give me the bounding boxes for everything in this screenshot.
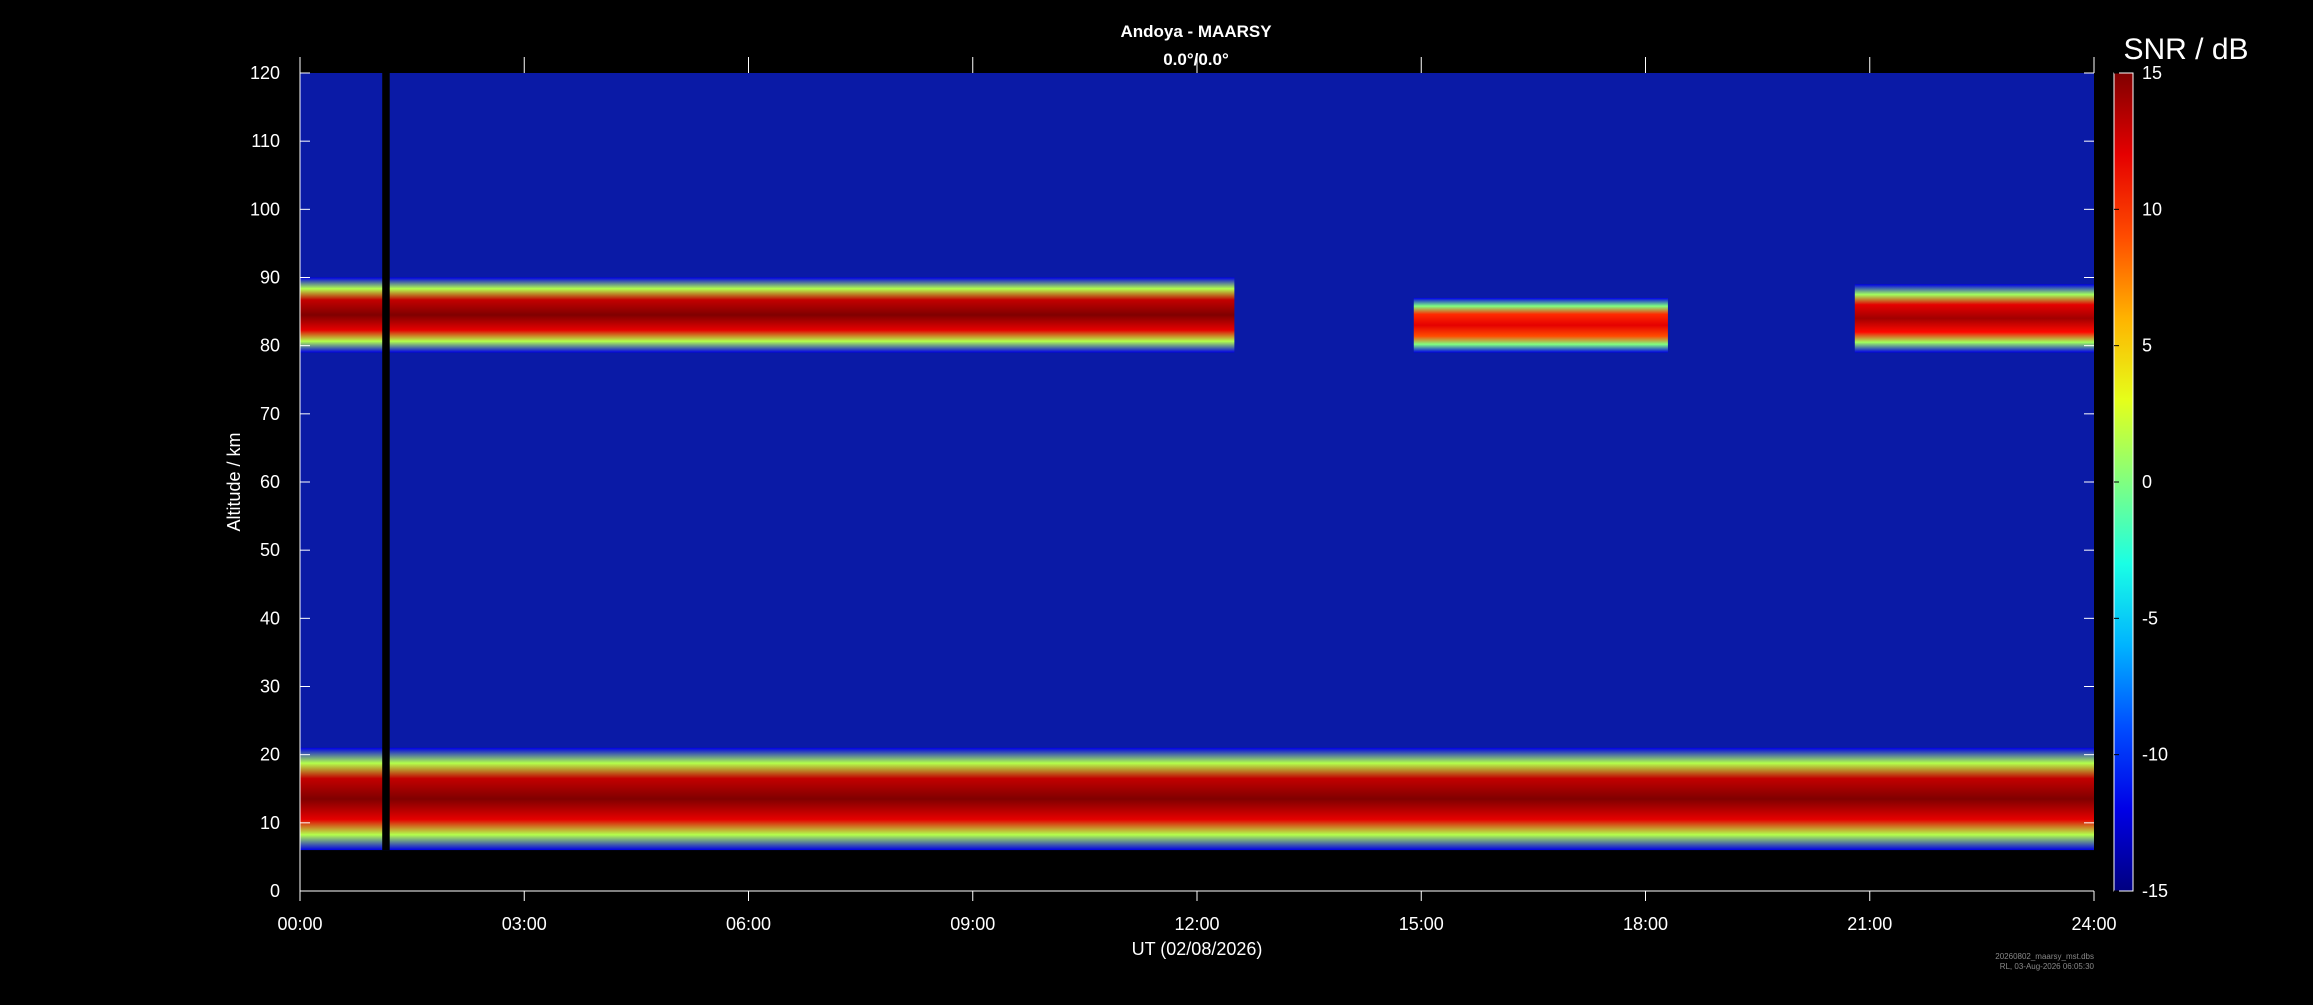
y-tick-label: 30	[260, 677, 280, 697]
colorbar-tick-label: 5	[2142, 336, 2152, 356]
y-tick-label: 10	[260, 813, 280, 833]
x-tick-label: 09:00	[950, 914, 995, 934]
footer-filename: 20260802_maarsy_mst.dbs	[1995, 952, 2094, 961]
y-tick-label: 20	[260, 745, 280, 765]
colorbar: -15 -10 -5 0 5 10 15	[2113, 63, 2168, 901]
colorbar-label: SNR / dB	[2123, 33, 2248, 66]
y-tick-label: 60	[260, 472, 280, 492]
data-gaps	[382, 73, 390, 851]
x-tick-label: 21:00	[1847, 914, 1892, 934]
colorbar-tick-label: 15	[2142, 63, 2162, 83]
x-tick-label: 18:00	[1623, 914, 1668, 934]
colorbar-tick-label: -15	[2142, 881, 2168, 901]
colorbar-tick-label: -10	[2142, 745, 2168, 765]
y-tick-label: 0	[270, 881, 280, 901]
y-tick-label: 90	[260, 268, 280, 288]
x-tick-label: 00:00	[277, 914, 322, 934]
echo-layer	[1413, 297, 1668, 353]
y-tick-label: 120	[250, 63, 280, 83]
y-tick-label: 100	[250, 199, 280, 219]
y-tick-label: 50	[260, 540, 280, 560]
x-tick-label: 03:00	[502, 914, 547, 934]
chart-stage: Andoya - MAARSY 0.0°/0.0° 00:00 03:00 06:0…	[0, 0, 2313, 1000]
echo-layer	[300, 747, 2094, 851]
y-tick-label: 40	[260, 608, 280, 628]
x-axis-label: UT (02/08/2026)	[1132, 939, 1263, 959]
x-tick-label: 12:00	[1174, 914, 1219, 934]
colorbar-tick-label: -5	[2142, 608, 2158, 628]
footer-timestamp: RL, 03-Aug-2026 06:05:30	[2000, 962, 2095, 971]
x-tick-label: 06:00	[726, 914, 771, 934]
y-tick-label: 110	[251, 131, 280, 151]
x-tick-label: 24:00	[2071, 914, 2116, 934]
x-tick-label: 15:00	[1399, 914, 1444, 934]
chart-subtitle: 0.0°/0.0°	[1163, 50, 1229, 69]
y-axis-label: Altitude / km	[224, 432, 244, 531]
y-tick-label: 80	[260, 336, 280, 356]
colorbar-tick-label: 10	[2142, 199, 2162, 219]
y-tick-label: 70	[260, 404, 280, 424]
plot-area	[300, 73, 2094, 892]
echo-layer	[1854, 284, 2094, 353]
echo-layer	[300, 277, 1235, 353]
colorbar-tick-label: 0	[2142, 472, 2152, 492]
data-gap	[382, 73, 390, 851]
no-data-region	[300, 850, 2094, 892]
snr-heatmap-chart: Andoya - MAARSY 0.0°/0.0° 00:00 03:00 06:0…	[224, 22, 2249, 971]
chart-title: Andoya - MAARSY	[1120, 22, 1272, 41]
